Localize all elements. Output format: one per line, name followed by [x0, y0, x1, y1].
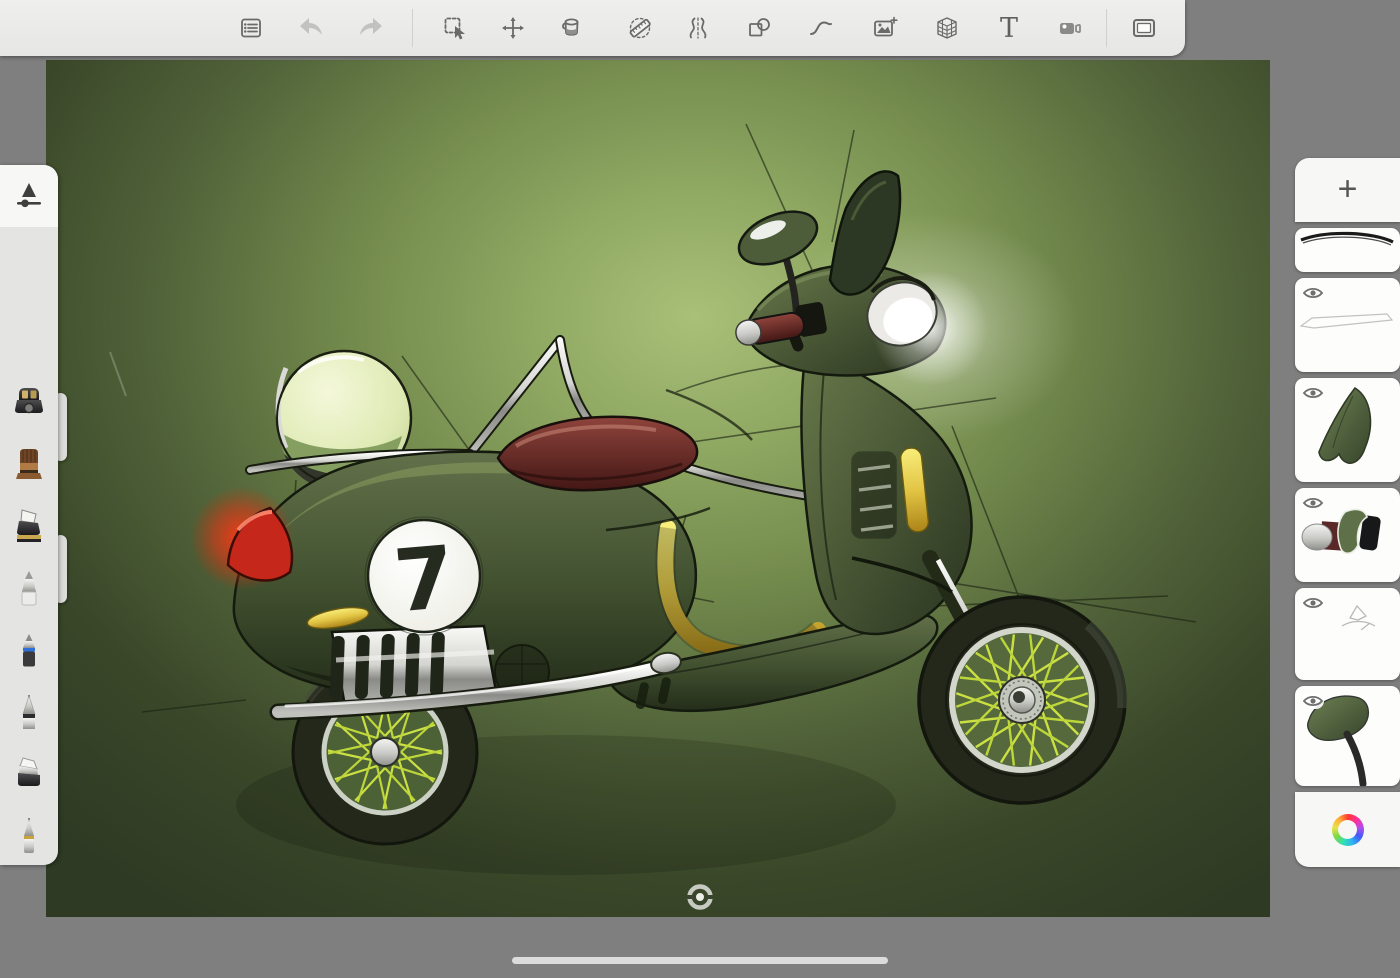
layer-thumbnail-stroke [1295, 228, 1400, 272]
toolbar-separator-2 [1106, 9, 1107, 47]
redo-button[interactable] [351, 8, 391, 48]
symmetry-tool-button[interactable] [678, 8, 718, 48]
brush-technical-pen[interactable] [0, 808, 58, 864]
selection-tool-button[interactable] [435, 8, 475, 48]
layer-item-sketch[interactable] [1295, 588, 1400, 680]
symmetry-curves-icon [685, 15, 711, 41]
layer-visibility-eye-icon[interactable] [1302, 385, 1324, 401]
ruler-tool-button[interactable] [620, 8, 660, 48]
brush-paintbrush[interactable] [0, 436, 58, 492]
technical-pen-icon [12, 816, 46, 856]
racing-number: 7 [390, 528, 458, 633]
brush-airbrush[interactable] [0, 374, 58, 430]
rainbow-color-wheel-icon [1332, 814, 1364, 846]
home-indicator [512, 957, 888, 964]
drawing-canvas[interactable]: 7 [46, 60, 1270, 917]
shapes-tool-button[interactable] [739, 8, 779, 48]
brush-chisel-marker[interactable] [0, 746, 58, 802]
brush-flat-marker[interactable] [0, 498, 58, 554]
fullscreen-button[interactable] [1124, 8, 1164, 48]
brush-library-panel [0, 165, 58, 865]
brush-paint-pen[interactable] [0, 560, 58, 616]
color-picker-button[interactable] [1295, 792, 1400, 867]
layer-item-grip[interactable] [1295, 488, 1400, 582]
ballpoint-pen-icon [12, 692, 46, 732]
top-toolbar: T [0, 0, 1185, 56]
layer-item-outline[interactable] [1295, 278, 1400, 372]
menu-button[interactable] [231, 8, 271, 48]
add-layer-button[interactable]: + [1295, 158, 1400, 222]
list-menu-icon [238, 15, 264, 41]
move-arrows-icon [500, 15, 526, 41]
text-tool-button[interactable]: T [989, 8, 1029, 48]
toolbar-separator-1 [412, 9, 413, 47]
time-lapse-button[interactable] [1051, 8, 1091, 48]
scooter-artwork: 7 [46, 60, 1270, 917]
brush-inking-pen[interactable] [0, 622, 58, 678]
text-icon: T [1000, 15, 1018, 42]
video-camera-icon [1057, 15, 1085, 41]
perspective-tool-button[interactable] [927, 8, 967, 48]
layer-visibility-eye-icon[interactable] [1302, 285, 1324, 301]
chisel-marker-icon [12, 754, 46, 794]
paint-bucket-icon [558, 15, 584, 41]
brush-properties-button[interactable] [0, 165, 58, 227]
redo-arrow-icon [357, 15, 385, 41]
airbrush-icon [12, 382, 46, 422]
canvas-puck-control[interactable] [686, 883, 714, 911]
curve-stroke-icon [808, 15, 834, 41]
plus-icon: + [1338, 172, 1358, 206]
white-pen-icon [12, 568, 46, 608]
fullscreen-icon [1131, 15, 1157, 41]
layer-item-partial[interactable] [1295, 228, 1400, 272]
layers-panel: + [1295, 158, 1400, 867]
transform-tool-button[interactable] [493, 8, 533, 48]
undo-arrow-icon [297, 15, 325, 41]
layer-visibility-eye-icon[interactable] [1302, 595, 1324, 611]
fill-tool-button[interactable] [551, 8, 591, 48]
layer-item-mirror[interactable] [1295, 686, 1400, 786]
marquee-selection-icon [442, 15, 468, 41]
layer-visibility-eye-icon[interactable] [1302, 693, 1324, 709]
layer-visibility-eye-icon[interactable] [1302, 495, 1324, 511]
perspective-grid-icon [934, 15, 960, 41]
undo-button[interactable] [291, 8, 331, 48]
import-image-button[interactable] [865, 8, 905, 48]
layer-item-windshield[interactable] [1295, 378, 1400, 482]
brush-ballpoint-pen[interactable] [0, 684, 58, 740]
blue-band-pen-icon [12, 630, 46, 670]
flat-marker-icon [12, 506, 46, 546]
stroke-style-button[interactable] [801, 8, 841, 48]
scratch-mark [110, 352, 126, 396]
seat [498, 417, 697, 490]
add-image-icon [872, 15, 898, 41]
ruler-icon [627, 15, 653, 41]
tail-light [190, 486, 294, 590]
paintbrush-icon [12, 444, 46, 484]
brush-size-slider-icon [12, 179, 46, 213]
square-circle-shapes-icon [746, 15, 772, 41]
front-wheel [919, 597, 1125, 803]
